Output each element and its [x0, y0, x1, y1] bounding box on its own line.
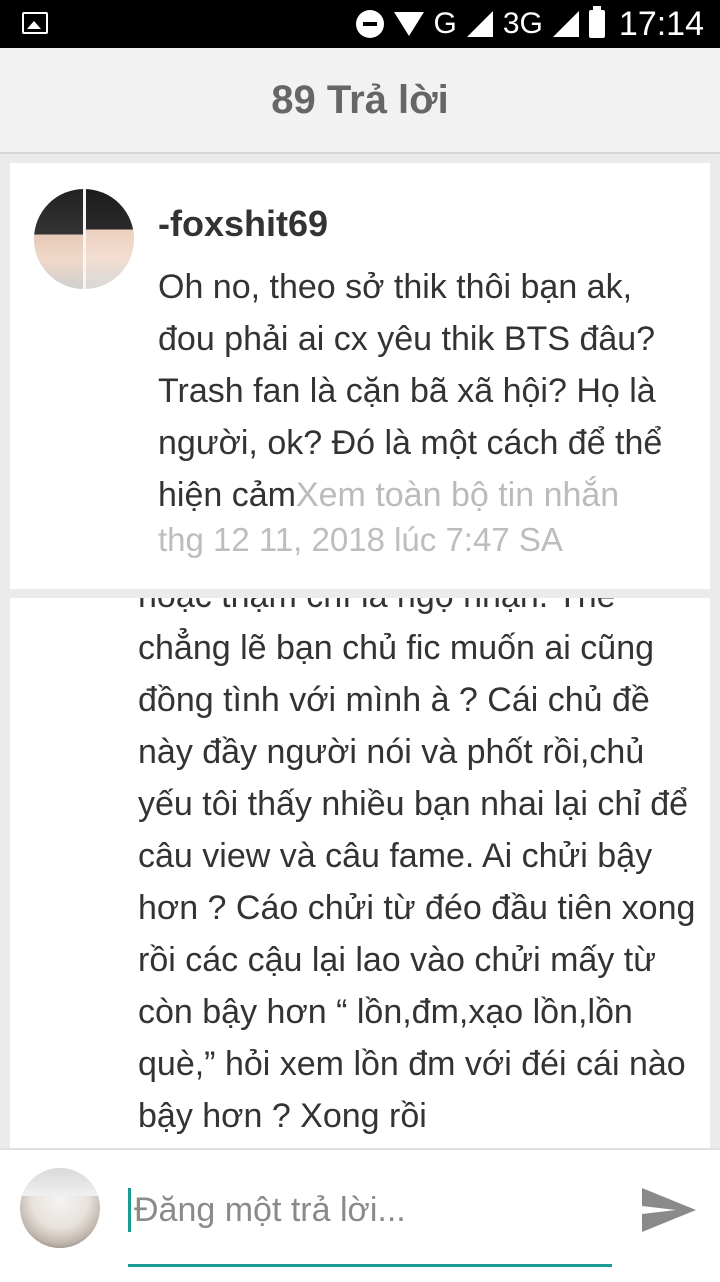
network-type-label: G — [433, 7, 457, 40]
comment-message: Oh no, theo sở thik thôi bạn ak, đou phả… — [158, 261, 688, 521]
status-bar: G 3G 17:14 — [0, 0, 720, 48]
cell-signal-icon-2 — [552, 11, 579, 37]
clock: 17:14 — [618, 5, 704, 43]
avatar[interactable] — [34, 189, 134, 289]
reply-composer — [0, 1148, 720, 1282]
cell-signal-icon — [466, 11, 493, 37]
reply-text: hoặc thậm chí là ngộ nhận. Thế chẳng lẽ … — [138, 598, 696, 1135]
avatar — [20, 1168, 100, 1248]
status-icons: G 3G 17:14 — [355, 0, 704, 48]
send-icon[interactable] — [636, 1182, 700, 1238]
reply-thread[interactable]: hoặc thậm chí là ngộ nhận. Thế chẳng lẽ … — [10, 598, 710, 1148]
battery-icon — [588, 6, 605, 38]
page-title: 89 Trả lời — [271, 77, 449, 122]
page-header: 89 Trả lời — [0, 48, 720, 154]
do-not-disturb-icon — [355, 10, 384, 38]
wifi-icon — [393, 12, 424, 36]
input-underline — [128, 1264, 612, 1267]
text-caret — [128, 1188, 131, 1232]
network-type-label-2: 3G — [502, 7, 543, 40]
comment-card[interactable]: -foxshit69 Oh no, theo sở thik thôi bạn … — [10, 163, 710, 589]
reply-input[interactable] — [128, 1186, 618, 1234]
comment-timestamp: thg 12 11, 2018 lúc 7:47 SA — [158, 521, 563, 558]
comment-username[interactable]: -foxshit69 — [158, 203, 328, 245]
read-more-link[interactable]: Xem toàn bộ tin nhắn — [296, 476, 619, 514]
image-icon — [22, 12, 48, 34]
